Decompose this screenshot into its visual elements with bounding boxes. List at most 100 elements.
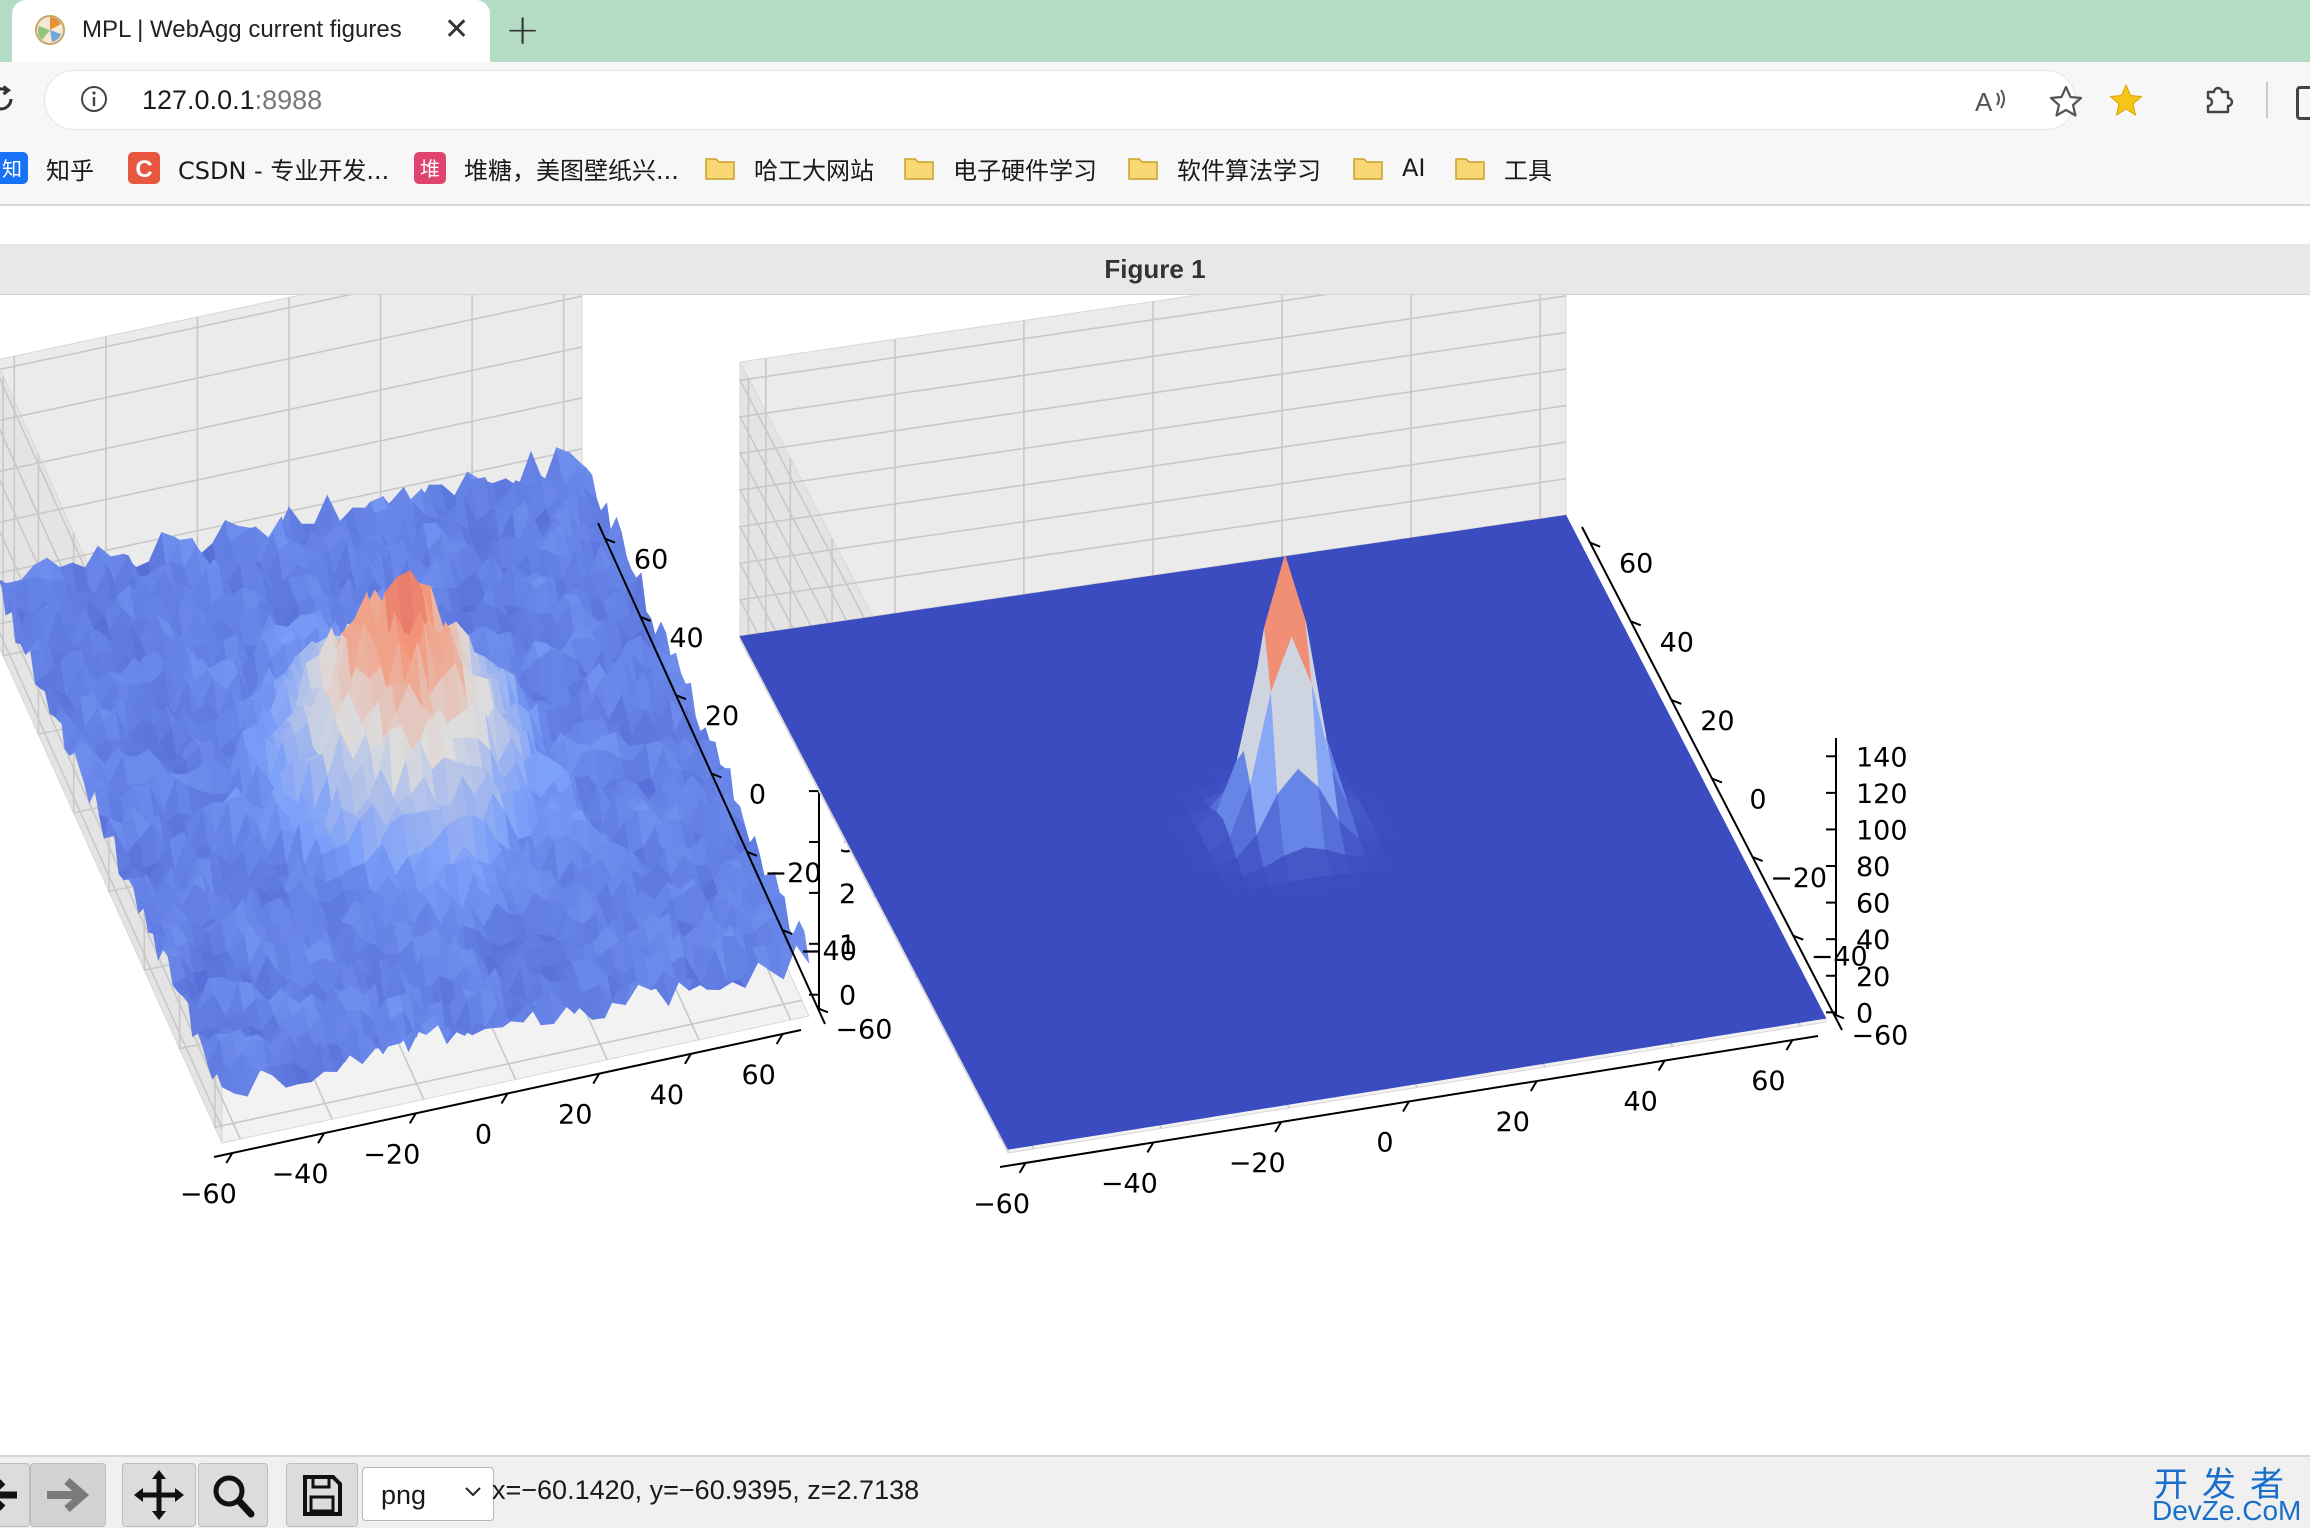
x-tick-label: −60 — [180, 1179, 237, 1210]
bookmark-duitang[interactable]: 堆 堆糖，美图壁纸兴... — [414, 148, 679, 188]
cursor-coordinates: x=−60.1420, y=−60.9395, z=2.7138 — [492, 1475, 920, 1505]
csdn-icon-glyph: C — [135, 156, 152, 183]
figure-header: Figure 1 — [0, 244, 2310, 295]
mpl-toolbar: png x=−60.1420, y=−60.9395, z=2.7138 — [0, 1455, 2310, 1528]
toolbar-divider — [2266, 82, 2268, 118]
save-floppy-icon — [303, 1475, 342, 1516]
y-tick-label: 20 — [1700, 706, 1734, 737]
format-select[interactable]: png — [362, 1467, 494, 1521]
zoom-button[interactable] — [198, 1463, 268, 1527]
watermark-bottom: DevZe.CoM — [2152, 1495, 2302, 1526]
y-tick-label: 20 — [705, 701, 739, 732]
y-tick-label: 0 — [749, 780, 766, 811]
new-tab-button[interactable]: + — [505, 8, 540, 52]
format-select-value: png — [381, 1480, 427, 1510]
bookmark-label: 电子硬件学习 — [953, 156, 1097, 185]
x-tick-label: −40 — [1101, 1168, 1158, 1199]
bookmark-folder-tools[interactable]: 工具 — [1454, 148, 1552, 188]
y-tick-label: 60 — [634, 545, 668, 576]
folder-icon — [1353, 158, 1383, 180]
zhihu-icon-glyph: 知 — [2, 157, 22, 181]
forward-arrow-icon — [47, 1477, 90, 1513]
folder-icon — [904, 158, 934, 180]
bookmark-label: 工具 — [1504, 156, 1552, 185]
bookmark-folder-hardware[interactable]: 电子硬件学习 — [903, 148, 1097, 188]
address-bar[interactable]: 127.0.0.1:8988 A — [44, 70, 2083, 130]
x-tick-label: −20 — [363, 1139, 420, 1170]
bookmark-label: 哈工大网站 — [754, 156, 874, 185]
bookmark-folder-ai[interactable]: AI — [1352, 148, 1426, 188]
svg-text:A: A — [1975, 87, 1993, 117]
favorites-star-icon[interactable] — [2108, 82, 2144, 118]
bookmark-folder-software[interactable]: 软件算法学习 — [1127, 148, 1321, 188]
x-tick-label: 60 — [1751, 1066, 1785, 1097]
bookmark-label: CSDN - 专业开发... — [178, 156, 390, 185]
tab-title: MPL | WebAgg current figures — [82, 16, 402, 43]
zoom-magnifier-icon — [213, 1475, 255, 1518]
figure-canvas[interactable]: −60−40−200204060−60−40−200204060012345−6… — [0, 295, 2310, 1451]
bookmark-csdn[interactable]: C CSDN - 专业开发... — [128, 148, 389, 188]
y-tick-label: 40 — [1660, 627, 1694, 658]
tab-close-icon[interactable]: ✕ — [444, 12, 469, 48]
pan-move-icon — [134, 1470, 184, 1520]
z-tick-label: 20 — [1856, 962, 1890, 993]
duitang-icon-glyph: 堆 — [420, 157, 440, 181]
browser-toolbar: 127.0.0.1:8988 A — [0, 62, 2310, 140]
bookmark-label: 知乎 — [46, 156, 94, 185]
y-tick-label: −20 — [1770, 863, 1827, 894]
x-tick-label: 40 — [1623, 1087, 1657, 1118]
bookmark-folder-hit[interactable]: 哈工大网站 — [704, 148, 874, 188]
back-button[interactable] — [0, 1463, 30, 1527]
x-tick-label: 20 — [558, 1100, 592, 1131]
url-port: :8988 — [254, 85, 323, 115]
matplotlib-favicon-icon — [35, 15, 65, 45]
z-tick-label: 60 — [1856, 889, 1890, 920]
y-tick-label: −20 — [764, 858, 821, 889]
z-tick-label: 1 — [839, 930, 856, 961]
duitang-icon: 堆 — [414, 152, 446, 184]
zhihu-icon: 知 — [0, 152, 28, 184]
y-tick-label: 0 — [1749, 785, 1766, 816]
chevron-down-icon — [465, 1487, 481, 1497]
x-tick-label: 0 — [1376, 1128, 1393, 1159]
x-tick-label: 60 — [741, 1060, 775, 1091]
forward-button[interactable] — [30, 1463, 106, 1527]
browser-tab-bar: MPL | WebAgg current figures ✕ + — [0, 0, 2310, 62]
url-host: 127.0.0.1 — [142, 85, 255, 115]
refresh-icon[interactable] — [0, 84, 16, 114]
bookmark-label: 软件算法学习 — [1177, 156, 1321, 185]
x-tick-label: −60 — [973, 1189, 1030, 1220]
site-info-icon[interactable] — [79, 84, 109, 114]
sidebar-toggle-icon[interactable] — [2296, 86, 2310, 120]
folder-icon — [1128, 158, 1158, 180]
bookmark-label: AI — [1402, 154, 1426, 182]
download-button[interactable] — [286, 1463, 358, 1527]
read-aloud-icon[interactable]: A — [1973, 85, 2009, 117]
subplot-2[interactable]: −60−40−200204060−60−40−20020406002040608… — [738, 295, 1908, 1220]
bookmark-label: 堆糖，美图壁纸兴... — [464, 156, 679, 185]
x-tick-label: −20 — [1229, 1148, 1286, 1179]
z-tick-label: 0 — [839, 981, 856, 1012]
z-tick-label: 120 — [1856, 779, 1908, 810]
folder-icon — [705, 158, 735, 180]
site-watermark: 开发者 DevZe.CoM — [2150, 1455, 2310, 1526]
z-tick-label: 140 — [1856, 742, 1908, 773]
bookmarks-bar: 知 知乎 C CSDN - 专业开发... 堆 堆糖，美图壁纸兴... 哈工大网… — [0, 140, 2310, 206]
folder-icon — [1455, 158, 1485, 180]
pan-button[interactable] — [122, 1463, 196, 1527]
z-tick-label: 100 — [1856, 815, 1908, 846]
browser-tab[interactable]: MPL | WebAgg current figures ✕ — [12, 0, 490, 62]
add-favorite-star-icon[interactable] — [2048, 84, 2084, 118]
extensions-puzzle-icon[interactable] — [2200, 82, 2236, 118]
z-tick-label: 2 — [839, 879, 856, 910]
z-tick-label: 0 — [1856, 998, 1873, 1029]
figure-title: Figure 1 — [1104, 254, 1206, 284]
x-tick-label: 40 — [650, 1080, 684, 1111]
back-arrow-icon — [0, 1479, 17, 1511]
x-tick-label: 20 — [1496, 1107, 1530, 1138]
y-tick-label: −60 — [835, 1014, 892, 1045]
bookmark-zhihu[interactable]: 知 知乎 — [0, 148, 94, 188]
url-text[interactable]: 127.0.0.1:8988 — [142, 85, 322, 116]
x-tick-label: −40 — [272, 1159, 329, 1190]
y-tick-label: 60 — [1619, 549, 1653, 580]
